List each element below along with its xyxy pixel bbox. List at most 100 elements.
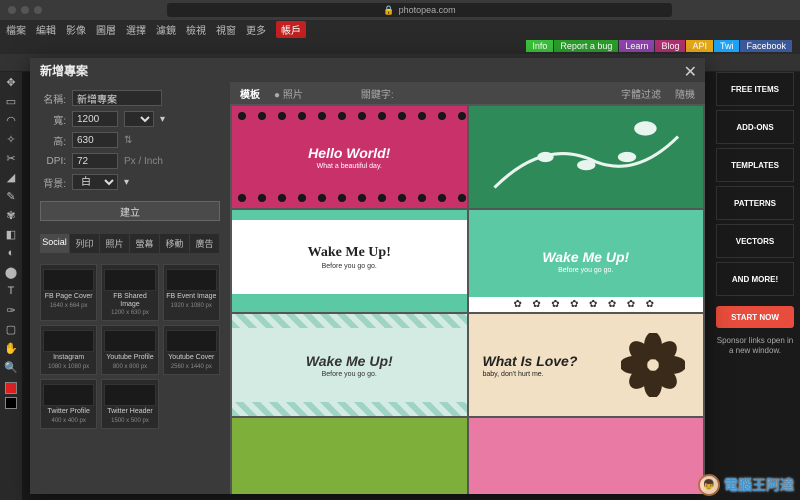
aspect-lock-icon[interactable]: ⇅	[124, 135, 132, 146]
promo-free-items[interactable]: FREE ITEMS	[716, 72, 794, 106]
link-facebook[interactable]: Facebook	[740, 40, 792, 52]
tab-mobile[interactable]: 移動	[160, 234, 190, 253]
template-item[interactable]: Hello World!What a beautiful day.	[232, 106, 467, 208]
promo-addons[interactable]: ADD-ONS	[716, 110, 794, 144]
templates-panel: 模板 ● 照片 關鍵字: 字體过滤 隨機 Hello World!What a …	[230, 82, 705, 494]
menu-select[interactable]: 選擇	[126, 22, 146, 37]
gradient-tool[interactable]: ◐	[3, 245, 19, 261]
height-label: 高:	[40, 133, 66, 148]
preset-grid: FB Page Cover1640 x 664 px FB Shared Ima…	[40, 264, 220, 429]
width-label: 寬:	[40, 112, 66, 127]
menu-account[interactable]: 帳戶	[276, 21, 306, 38]
link-blog[interactable]: Blog	[655, 40, 685, 52]
app-menubar: 檔案 編輯 影像 圖層 選擇 濾鏡 檢視 視窗 更多 帳戶	[0, 20, 800, 38]
template-item[interactable]: What Is Love?baby, don't hurt me.	[469, 314, 704, 416]
move-tool[interactable]: ✥	[3, 74, 19, 90]
width-unit-select[interactable]: px	[124, 111, 154, 127]
tab-templates[interactable]: 模板	[240, 86, 260, 101]
menu-file[interactable]: 檔案	[6, 22, 26, 37]
browser-titlebar: 🔒 photopea.com	[0, 0, 800, 20]
tab-ads[interactable]: 廣告	[190, 234, 220, 253]
eyedropper-tool[interactable]: ◢	[3, 169, 19, 185]
templates-grid: Hello World!What a beautiful day. Wake M…	[230, 104, 705, 494]
template-item[interactable]	[469, 106, 704, 208]
window-controls[interactable]	[8, 6, 42, 14]
dialog-title: 新增專案	[30, 58, 705, 82]
promo-patterns[interactable]: PATTERNS	[716, 186, 794, 220]
preset-fb-event[interactable]: FB Event Image1920 x 1080 px	[163, 264, 220, 321]
shape-tool[interactable]: ▢	[3, 321, 19, 337]
lasso-tool[interactable]: ◠	[3, 112, 19, 128]
new-project-dialog: 新增專案 ✕ 名稱: 寬:px▾ 高:⇅ DPI:Px / Inch 背景:白▾…	[30, 58, 705, 494]
dpi-label: DPI:	[40, 156, 66, 167]
height-input[interactable]	[72, 132, 118, 148]
templates-header: 模板 ● 照片 關鍵字: 字體过滤 隨機	[230, 82, 705, 104]
random-button[interactable]: 隨機	[675, 86, 695, 101]
pen-tool[interactable]: ✑	[3, 302, 19, 318]
bg-label: 背景:	[40, 175, 66, 190]
preset-instagram[interactable]: Instagram1080 x 1080 px	[40, 325, 97, 375]
link-api[interactable]: API	[686, 40, 713, 52]
preset-fb-shared[interactable]: FB Shared Image1200 x 630 px	[101, 264, 158, 321]
preset-fb-page-cover[interactable]: FB Page Cover1640 x 664 px	[40, 264, 97, 321]
clone-tool[interactable]: ✾	[3, 207, 19, 223]
template-item[interactable]	[232, 418, 467, 494]
link-twitter[interactable]: Twi	[714, 40, 740, 52]
template-item[interactable]: Wake Me Up!Before you go go.	[232, 314, 467, 416]
tab-social[interactable]: Social	[40, 234, 70, 253]
dpi-unit: Px / Inch	[124, 156, 163, 167]
marquee-tool[interactable]: ▭	[3, 93, 19, 109]
eraser-tool[interactable]: ◧	[3, 226, 19, 242]
promo-templates[interactable]: TEMPLATES	[716, 148, 794, 182]
width-input[interactable]	[72, 111, 118, 127]
dpi-input[interactable]	[72, 153, 118, 169]
tab-print[interactable]: 列印	[70, 234, 100, 253]
link-report-bug[interactable]: Report a bug	[554, 40, 618, 52]
link-info[interactable]: Info	[526, 40, 553, 52]
crop-tool[interactable]: ✂	[3, 150, 19, 166]
watermark: 👦 電腦王阿達	[698, 474, 794, 496]
template-item[interactable]: Wake Me Up!Before you go go.	[232, 210, 467, 312]
preset-twitter-profile[interactable]: Twitter Profile400 x 400 px	[40, 379, 97, 429]
tab-photos[interactable]: ● 照片	[274, 86, 303, 101]
link-learn[interactable]: Learn	[619, 40, 654, 52]
preset-youtube-profile[interactable]: Youtube Profile800 x 800 px	[101, 325, 158, 375]
preset-category-tabs: Social 列印 照片 螢幕 移動 廣告	[40, 234, 220, 253]
type-tool[interactable]: T	[3, 283, 19, 299]
url-bar[interactable]: 🔒 photopea.com	[167, 3, 672, 17]
font-filter-button[interactable]: 字體过滤	[621, 86, 661, 101]
zoom-tool[interactable]: 🔍	[3, 359, 19, 375]
tools-panel: ✥ ▭ ◠ ✧ ✂ ◢ ✎ ✾ ◧ ◐ ⬤ T ✑ ▢ ✋ 🔍	[0, 72, 22, 500]
promo-more[interactable]: AND MORE!	[716, 262, 794, 296]
foreground-swatch[interactable]	[5, 382, 17, 394]
close-icon[interactable]: ✕	[684, 62, 697, 82]
menu-view[interactable]: 檢視	[186, 22, 206, 37]
brush-tool[interactable]: ✎	[3, 188, 19, 204]
name-label: 名稱:	[40, 91, 66, 106]
preset-youtube-cover[interactable]: Youtube Cover2560 x 1440 px	[163, 325, 220, 375]
create-button[interactable]: 建立	[40, 201, 220, 221]
menu-image[interactable]: 影像	[66, 22, 86, 37]
wand-tool[interactable]: ✧	[3, 131, 19, 147]
mascot-icon: 👦	[698, 474, 720, 496]
project-form: 名稱: 寬:px▾ 高:⇅ DPI:Px / Inch 背景:白▾ 建立 Soc…	[30, 82, 230, 494]
promo-sidebar: FREE ITEMS ADD-ONS TEMPLATES PATTERNS VE…	[714, 72, 796, 357]
menu-window[interactable]: 視窗	[216, 22, 236, 37]
template-item[interactable]: Wake Me Up!Before you go go.	[469, 210, 704, 312]
preset-twitter-header[interactable]: Twitter Header1500 x 500 px	[101, 379, 158, 429]
menu-edit[interactable]: 編輯	[36, 22, 56, 37]
tab-photo[interactable]: 照片	[100, 234, 130, 253]
name-input[interactable]	[72, 90, 162, 106]
blur-tool[interactable]: ⬤	[3, 264, 19, 280]
hand-tool[interactable]: ✋	[3, 340, 19, 356]
sponsor-note: Sponsor links open in a new window.	[714, 336, 796, 357]
menu-filter[interactable]: 濾鏡	[156, 22, 176, 37]
bg-select[interactable]: 白	[72, 174, 118, 190]
promo-vectors[interactable]: VECTORS	[716, 224, 794, 258]
tab-screen[interactable]: 螢幕	[130, 234, 160, 253]
background-swatch[interactable]	[5, 397, 17, 409]
menu-layer[interactable]: 圖層	[96, 22, 116, 37]
template-item[interactable]	[469, 418, 704, 494]
start-now-button[interactable]: START NOW	[716, 306, 794, 328]
menu-more[interactable]: 更多	[246, 22, 266, 37]
